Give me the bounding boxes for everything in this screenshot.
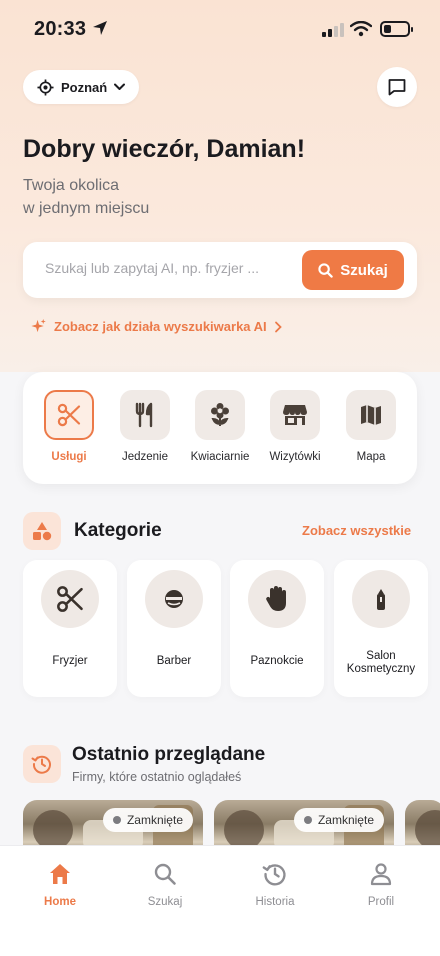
- category-label: Paznokcie: [250, 655, 304, 667]
- battery-icon: [380, 21, 413, 37]
- search-button-label: Szukaj: [340, 261, 388, 279]
- sparkle-icon: [31, 318, 46, 333]
- search-input[interactable]: [45, 260, 295, 276]
- quick-nav-label: Jedzenie: [121, 451, 169, 463]
- status-dot-icon: [303, 816, 312, 824]
- tab-label: Home: [44, 896, 76, 908]
- status-dot-icon: [112, 816, 121, 824]
- quick-nav-services[interactable]: Usługi: [31, 390, 107, 463]
- profile-icon: [370, 863, 392, 886]
- search-icon: [154, 863, 176, 885]
- search-icon: [318, 262, 333, 278]
- chat-bubble-icon: [388, 79, 406, 96]
- tab-home[interactable]: Home: [20, 860, 100, 908]
- see-all-categories-link[interactable]: Zobacz wszystkie: [302, 523, 411, 538]
- category-label: Fryzjer: [52, 655, 88, 667]
- tab-label: Szukaj: [147, 896, 183, 908]
- flower-icon: [211, 403, 229, 426]
- quick-nav-icon-tile: [346, 390, 396, 440]
- search-button[interactable]: Szukaj: [302, 250, 404, 290]
- recent-subtitle: Firmy, które ostatnio oglądałeś: [72, 770, 242, 784]
- history-icon: [31, 755, 51, 774]
- status-badge-label: Zamknięte: [317, 813, 374, 827]
- category-icon-circle: [145, 570, 203, 628]
- storefront-icon: [283, 405, 307, 425]
- recent-title: Ostatnio przeglądane: [72, 744, 266, 765]
- quick-nav-label: Usługi: [51, 451, 87, 463]
- category-card-beauty-salon[interactable]: Salon Kosmetyczny: [334, 560, 428, 697]
- shapes-icon: [33, 522, 52, 541]
- quick-nav-icon-tile: [270, 390, 320, 440]
- quick-nav-label: Mapa: [356, 451, 386, 463]
- categories-title: Kategorie: [74, 520, 162, 541]
- status-bar: 20:33: [0, 0, 440, 56]
- category-card-nails[interactable]: Paznokcie: [230, 560, 324, 697]
- category-card-hairdresser[interactable]: Fryzjer: [23, 560, 117, 697]
- scissors-icon: [57, 586, 83, 612]
- chevron-right-icon: [274, 321, 282, 332]
- status-badge: Zamknięte: [102, 808, 193, 832]
- category-label: Barber: [156, 655, 192, 667]
- category-label: Salon Kosmetyczny: [346, 650, 416, 675]
- city-name: Poznań: [61, 79, 108, 95]
- category-icon-circle: [41, 570, 99, 628]
- tab-label: Profil: [367, 896, 395, 908]
- greeting-title: Dobry wieczór, Damian!: [23, 135, 306, 163]
- cellular-signal-icon: [322, 22, 344, 37]
- quick-nav-map[interactable]: Mapa: [333, 390, 409, 463]
- history-icon: [262, 864, 286, 886]
- quick-nav-label: Kwiaciarnie: [190, 451, 250, 463]
- greeting-subtitle: Twoja okolica w jednym miejscu: [23, 174, 149, 220]
- lipstick-icon: [377, 589, 385, 610]
- cutlery-icon: [135, 402, 153, 428]
- tab-history[interactable]: Historia: [235, 860, 315, 908]
- section-icon-tile: [23, 745, 61, 783]
- tab-profile[interactable]: Profil: [341, 860, 421, 908]
- category-card-barber[interactable]: Barber: [127, 560, 221, 697]
- categories-header: Kategorie: [23, 512, 162, 550]
- location-arrow-icon: [93, 21, 107, 35]
- subtitle-line-1: Twoja okolica: [23, 177, 120, 194]
- section-icon-tile: [23, 512, 61, 550]
- quick-nav-icon-tile: [120, 390, 170, 440]
- quick-nav-food[interactable]: Jedzenie: [107, 390, 183, 463]
- barber-face-icon: [165, 590, 183, 608]
- category-icon-circle: [248, 570, 306, 628]
- subtitle-line-2: w jednym miejscu: [23, 200, 150, 217]
- category-icon-circle: [352, 570, 410, 628]
- search-card: Szukaj: [23, 242, 417, 298]
- recent-header: [23, 745, 61, 783]
- ai-search-info-link[interactable]: Zobacz jak działa wyszukiwarka AI: [30, 318, 282, 335]
- quick-nav-card: Usługi Jedzenie Kwiaciarnie Wizytówki Ma…: [23, 372, 417, 484]
- map-icon: [361, 405, 381, 425]
- hand-icon: [266, 586, 286, 611]
- wifi-icon: [350, 21, 372, 37]
- city-selector[interactable]: Poznań: [23, 70, 139, 104]
- quick-nav-icon-tile: [195, 390, 245, 440]
- status-time: 20:33: [34, 18, 87, 40]
- quick-nav-florists[interactable]: Kwiaciarnie: [182, 390, 258, 463]
- home-icon: [50, 864, 70, 884]
- quick-nav-business-cards[interactable]: Wizytówki: [257, 390, 333, 463]
- messages-button[interactable]: [377, 67, 417, 107]
- quick-nav-label: Wizytówki: [269, 451, 321, 463]
- quick-nav-icon-tile: [44, 390, 94, 440]
- scissors-icon: [57, 403, 81, 427]
- status-badge-label: Zamknięte: [126, 813, 183, 827]
- ai-link-label: Zobacz jak działa wyszukiwarka AI: [54, 319, 267, 334]
- bottom-tab-bar: Home Szukaj Historia Profil: [0, 845, 440, 956]
- tab-search[interactable]: Szukaj: [125, 860, 205, 908]
- crosshair-icon: [37, 78, 54, 96]
- chevron-down-icon: [114, 83, 126, 90]
- status-badge: Zamknięte: [293, 808, 384, 832]
- tab-label: Historia: [255, 896, 295, 908]
